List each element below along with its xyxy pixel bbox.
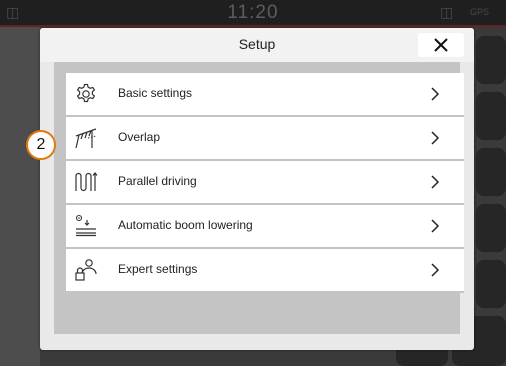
chevron-right-icon bbox=[431, 263, 440, 277]
dialog-header: Setup bbox=[40, 28, 474, 62]
chevron-right-icon bbox=[431, 87, 440, 101]
status-clock: 11:20 bbox=[227, 2, 279, 23]
boom-lowering-icon bbox=[75, 214, 96, 237]
background-right-button-5 bbox=[476, 260, 506, 308]
menu-item-expert-settings[interactable]: Expert settings bbox=[66, 249, 464, 293]
field-icon: ◫ bbox=[6, 4, 20, 20]
gps-label: GPS bbox=[470, 7, 490, 17]
menu-item-label: Overlap bbox=[118, 130, 161, 144]
background-right-button-1 bbox=[476, 36, 506, 84]
background-right-button-2 bbox=[476, 92, 506, 140]
settings-menu-list: Basic settings Overlap Parallel driving … bbox=[66, 73, 464, 293]
background-left-panel bbox=[0, 27, 40, 366]
background-right-button-3 bbox=[476, 148, 506, 196]
menu-item-label: Automatic boom lowering bbox=[118, 218, 253, 232]
menu-item-automatic-boom-lowering[interactable]: Automatic boom lowering bbox=[66, 205, 464, 249]
dialog-title: Setup bbox=[238, 36, 276, 52]
menu-item-label: Parallel driving bbox=[118, 174, 197, 188]
chevron-right-icon bbox=[431, 175, 440, 189]
dialog-body: Basic settings Overlap Parallel driving … bbox=[54, 62, 464, 334]
menu-item-parallel-driving[interactable]: Parallel driving bbox=[66, 161, 464, 205]
close-icon bbox=[434, 38, 448, 52]
terminal-screen: ◫ 11:20 ◫ GPS Setup Basic settings Overl… bbox=[0, 0, 506, 366]
gear-icon bbox=[77, 83, 95, 103]
menu-item-basic-settings[interactable]: Basic settings bbox=[66, 73, 464, 117]
menu-item-overlap[interactable]: Overlap bbox=[66, 117, 464, 161]
signal-icon: ◫ bbox=[440, 4, 454, 20]
chevron-right-icon bbox=[431, 219, 440, 233]
background-right-button-4 bbox=[476, 204, 506, 252]
menu-item-label: Basic settings bbox=[118, 86, 193, 100]
status-bar: ◫ 11:20 ◫ GPS bbox=[0, 0, 506, 26]
expert-user-lock-icon bbox=[75, 259, 97, 281]
close-button[interactable] bbox=[418, 33, 464, 57]
chevron-right-icon bbox=[431, 131, 440, 145]
menu-item-label: Expert settings bbox=[118, 262, 198, 276]
parallel-driving-icon bbox=[75, 172, 98, 192]
status-divider bbox=[0, 25, 506, 27]
overlap-icon bbox=[75, 128, 97, 149]
callout-marker: 2 bbox=[26, 130, 56, 160]
setup-dialog: Setup Basic settings Overlap Parallel dr… bbox=[40, 28, 474, 350]
